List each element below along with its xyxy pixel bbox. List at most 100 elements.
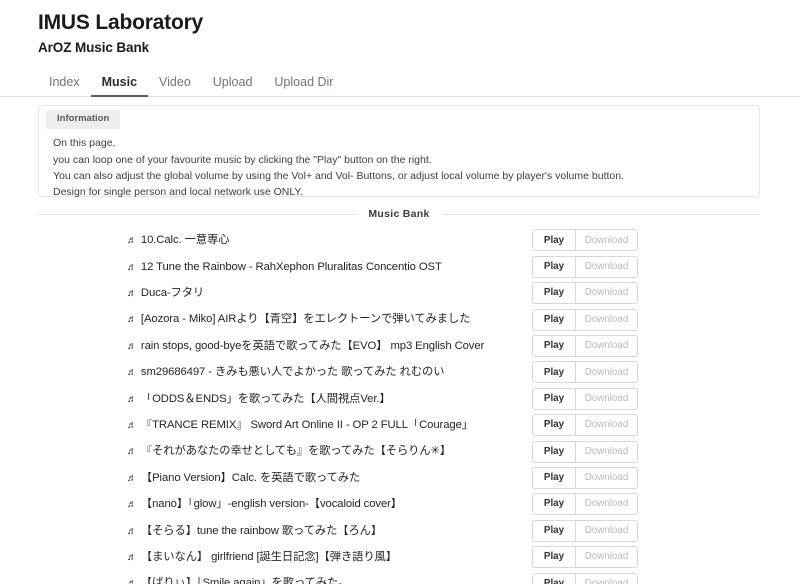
track-title-label: 『TRANCE REMIX』 Sword Art Online II - OP … [140, 418, 473, 431]
play-button[interactable]: Play [532, 414, 576, 437]
music-note-icon: ♬ [127, 499, 137, 511]
music-row: ♬ 【そらる】tune the rainbow 歌ってみた【ろん】 Play Down… [0, 518, 800, 544]
information-line-4: Design for single person and local netwo… [53, 186, 304, 199]
play-button[interactable]: Play [532, 546, 576, 569]
download-button[interactable]: Download [576, 414, 638, 437]
music-note-icon: ♬ [127, 393, 137, 405]
music-row: ♬ 10.Calc. 一意専心 Play Download [0, 227, 800, 253]
music-note-icon: ♬ [127, 419, 137, 431]
information-line-3: You can also adjust the global volume by… [53, 169, 625, 182]
music-row: ♬ 『TRANCE REMIX』 Sword Art Online II - OP… [0, 412, 800, 438]
download-button[interactable]: Download [576, 572, 638, 584]
track-title: ♬ [Aozora - Miko] AIRより【青空】をエレクトーンで弾いてみまし… [0, 313, 530, 325]
download-button[interactable]: Download [576, 493, 638, 516]
play-button[interactable]: Play [532, 493, 576, 516]
music-row: ♬ rain stops, good-byeを英語で歌ってみた【EVO】 mp3 … [0, 333, 800, 359]
music-row: ♬ 【ぱりぃ】「Smile again」を歌ってみた。 Play Download [0, 570, 800, 584]
page-root: IMUS Laboratory ArOZ Music Bank Index Mu… [0, 0, 800, 584]
music-note-icon: ♬ [127, 446, 137, 458]
information-card: Information On this page, you can loop o… [38, 105, 760, 198]
download-button[interactable]: Download [576, 387, 638, 410]
music-note-icon: ♬ [127, 578, 137, 584]
track-title: ♬ 【Piano Version】Calc. を英語で歌ってみた [0, 472, 530, 484]
play-button[interactable]: Play [532, 440, 576, 463]
music-note-icon: ♬ [127, 235, 137, 247]
track-title-label: Duca-フタリ [140, 287, 205, 300]
music-row: ♬ 12 Tune the Rainbow - RahXephon Plurali… [0, 254, 800, 280]
download-button[interactable]: Download [576, 546, 638, 569]
download-button[interactable]: Download [576, 282, 638, 305]
information-line-1: On this page, [53, 137, 116, 150]
track-title-label: 【そらる】tune the rainbow 歌ってみた【ろん】 [140, 524, 383, 537]
track-title: ♬ 【まいなん】 girlfriend [誕生日記念]【弾き語り風】 [0, 551, 530, 563]
music-note-icon: ♬ [127, 551, 137, 563]
music-note-icon: ♬ [127, 340, 137, 352]
track-title-label: 10.Calc. 一意専心 [140, 234, 230, 247]
track-title: ♬ 12 Tune the Rainbow - RahXephon Plurali… [0, 261, 530, 273]
information-section: Information On this page, you can loop o… [0, 97, 800, 198]
track-title-label: [Aozora - Miko] AIRより【青空】をエレクトーンで弾いてみました [140, 313, 471, 326]
information-body: On this page, you can loop one of your f… [39, 126, 759, 210]
track-title-label: 【Piano Version】Calc. を英語で歌ってみた [140, 471, 361, 484]
track-action-group: Play Download [532, 282, 638, 305]
music-row: ♬ Duca-フタリ Play Download [0, 280, 800, 306]
track-title-label: 【まいなん】 girlfriend [誕生日記念]【弾き語り風】 [140, 550, 397, 563]
information-tab-label[interactable]: Information [46, 110, 121, 129]
music-track-list: ♬ 10.Calc. 一意専心 Play Download ♬ 12 Tune the R… [0, 227, 800, 584]
track-action-group: Play Download [532, 493, 638, 516]
track-title: ♬ 「ODDS＆ENDS」を歌ってみた【人間視点Ver.】 [0, 393, 530, 405]
play-button[interactable]: Play [532, 229, 576, 252]
music-note-icon: ♬ [127, 367, 137, 379]
play-button[interactable]: Play [532, 282, 576, 305]
music-note-icon: ♬ [127, 525, 137, 537]
play-button[interactable]: Play [532, 466, 576, 489]
play-button[interactable]: Play [532, 335, 576, 357]
track-action-group: Play Download [532, 414, 638, 437]
music-row: ♬ 【nano】「glow」-english version-【vocaloid … [0, 491, 800, 517]
music-row: ♬ [Aozora - Miko] AIRより【青空】をエレクトーンで弾いてみまし… [0, 306, 800, 332]
tab-video[interactable]: Video [148, 76, 202, 98]
download-button[interactable]: Download [576, 519, 638, 542]
track-title-label: 【ぱりぃ】「Smile again」を歌ってみた。 [140, 577, 350, 584]
play-button[interactable]: Play [532, 255, 576, 278]
play-button[interactable]: Play [532, 308, 576, 331]
play-button[interactable]: Play [532, 572, 576, 584]
track-action-group: Play Download [532, 361, 638, 384]
download-button[interactable]: Download [576, 466, 638, 489]
track-title-label: 「ODDS＆ENDS」を歌ってみた【人間視点Ver.】 [140, 392, 391, 405]
track-action-group: Play Download [532, 229, 638, 252]
site-title: IMUS Laboratory [38, 11, 204, 34]
music-note-icon: ♬ [127, 261, 137, 273]
heading-rule-right [441, 213, 761, 215]
download-button[interactable]: Download [576, 255, 638, 278]
download-button[interactable]: Download [576, 361, 638, 384]
track-title: ♬ rain stops, good-byeを英語で歌ってみた【EVO】 mp3 … [0, 340, 530, 352]
download-button[interactable]: Download [576, 440, 638, 463]
track-title: ♬ 【そらる】tune the rainbow 歌ってみた【ろん】 [0, 525, 530, 537]
track-action-group: Play Download [532, 546, 638, 569]
track-action-group: Play Download [532, 519, 638, 542]
music-row: ♬ 「ODDS＆ENDS」を歌ってみた【人間視点Ver.】 Play Download [0, 386, 800, 412]
track-action-group: Play Download [532, 466, 638, 489]
download-button[interactable]: Download [576, 335, 638, 357]
track-title: ♬ 【ぱりぃ】「Smile again」を歌ってみた。 [0, 577, 530, 584]
tab-upload[interactable]: Upload [202, 76, 264, 98]
heading-rule-left [38, 213, 357, 215]
information-line-2: you can loop one of your favourite music… [53, 153, 432, 166]
track-title-label: sm29686497 - きみも悪い人でよかった 歌ってみた れむのい [140, 366, 445, 379]
tab-index[interactable]: Index [38, 76, 91, 98]
download-button[interactable]: Download [576, 229, 638, 252]
information-tabstrip: Information [39, 106, 759, 129]
main-nav-tabs: Index Music Video Upload Upload Dir [0, 68, 800, 98]
track-action-group: Play Download [532, 308, 638, 331]
play-button[interactable]: Play [532, 519, 576, 542]
tab-upload-dir[interactable]: Upload Dir [263, 76, 344, 98]
play-button[interactable]: Play [532, 387, 576, 410]
tab-music[interactable]: Music [90, 76, 149, 98]
track-title-label: rain stops, good-byeを英語で歌ってみた【EVO】 mp3 E… [140, 339, 485, 352]
music-row: ♬ 『それがあなたの幸せとしても』を歌ってみた【そらりん✳】 Play Downloa… [0, 438, 800, 464]
play-button[interactable]: Play [532, 361, 576, 384]
track-title: ♬ 『それがあなたの幸せとしても』を歌ってみた【そらりん✳】 [0, 445, 530, 457]
download-button[interactable]: Download [576, 308, 638, 331]
track-action-group: Play Download [532, 387, 638, 410]
